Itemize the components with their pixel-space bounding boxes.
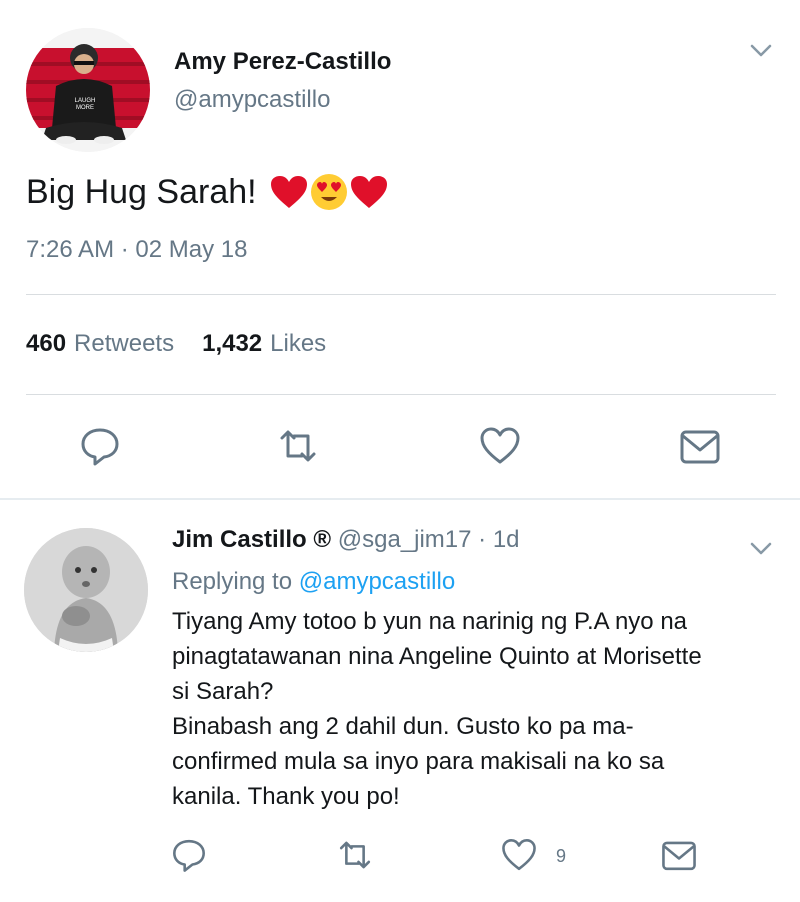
retweet-icon[interactable] (276, 424, 320, 468)
like-icon[interactable] (478, 424, 522, 468)
tweet-text-content: Big Hug Sarah! (26, 172, 257, 211)
reply-line: kanila. Thank you po! (172, 783, 400, 810)
likes-stat[interactable]: 1,432 Likes (202, 330, 326, 358)
tweet-separator (0, 498, 800, 500)
like-icon[interactable] (500, 836, 538, 874)
reply-line: pinagtatawanan nina Angeline Quinto at M… (172, 643, 702, 670)
reply-author-name[interactable]: Jim Castillo ® (172, 526, 331, 553)
tweet-text: Big Hug Sarah! (26, 172, 389, 212)
author-handle[interactable]: @amypcastillo (174, 86, 330, 114)
avatar[interactable] (24, 528, 148, 652)
avatar-shirt-text: LAUGH MORE (74, 98, 96, 111)
retweet-icon[interactable] (336, 836, 374, 874)
replying-to-link[interactable]: @amypcastillo (299, 568, 455, 595)
reply-text: Tiyang Amy totoo b yun na narinig ng P.A… (172, 604, 772, 814)
likes-count: 1,432 (202, 330, 263, 357)
divider (26, 394, 776, 395)
timestamp[interactable]: 7:26 AM · 02 May 18 (26, 236, 247, 264)
reply-handle-meta[interactable]: @sga_jim17 · 1d (338, 526, 520, 553)
reply-header: Jim Castillo ® @sga_jim17 · 1d (172, 526, 520, 554)
replying-to-prefix: Replying to (172, 568, 299, 595)
retweets-stat[interactable]: 460 Retweets (26, 330, 174, 358)
likes-label: Likes (270, 330, 327, 357)
reply-line: confirmed mula sa inyo para makisali na … (172, 748, 665, 775)
reply-line: Tiyang Amy totoo b yun na narinig ng P.A… (172, 608, 688, 635)
retweets-count: 460 (26, 330, 67, 357)
main-tweet: LAUGH MORE Amy Perez-Castillo @amypcasti… (0, 0, 800, 498)
red-heart-emoji (350, 176, 387, 208)
red-heart-emoji (270, 176, 307, 208)
heart-eyes-emoji (310, 174, 347, 210)
share-icon[interactable] (660, 836, 698, 874)
chevron-down-icon[interactable] (746, 536, 776, 560)
avatar[interactable]: LAUGH MORE (26, 28, 150, 152)
engagement-stats: 460 Retweets 1,432 Likes (26, 330, 354, 358)
divider (26, 294, 776, 295)
reply-icon[interactable] (170, 836, 208, 874)
reply-line: Binabash ang 2 dahil dun. Gusto ko pa ma… (172, 713, 634, 740)
author-name[interactable]: Amy Perez-Castillo (174, 48, 391, 76)
replying-to: Replying to @amypcastillo (172, 568, 455, 596)
share-icon[interactable] (678, 424, 722, 468)
emoji-group (269, 172, 389, 212)
reply-like-count: 9 (556, 846, 567, 866)
chevron-down-icon[interactable] (746, 38, 776, 62)
reply-line: si Sarah? (172, 678, 274, 705)
retweets-label: Retweets (74, 330, 175, 357)
reply-icon[interactable] (78, 424, 122, 468)
